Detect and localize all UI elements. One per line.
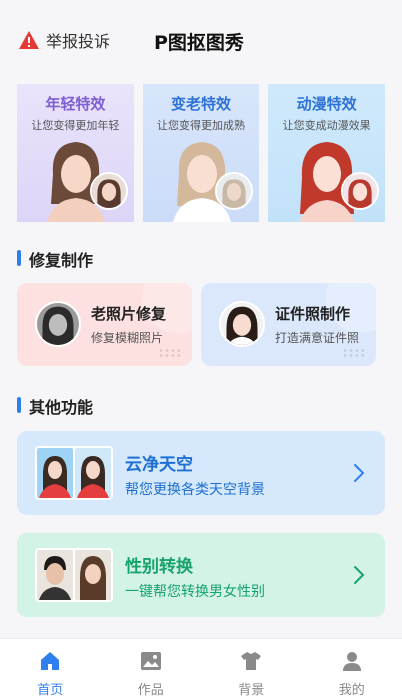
- effect-title: 变老特效: [171, 95, 232, 113]
- card-title: 老照片修复: [91, 305, 167, 323]
- section-title-other: 其他功能: [17, 394, 93, 418]
- card-subtitle: 帮您更换各类天空背景: [125, 482, 265, 498]
- result-avatar: [215, 172, 254, 210]
- effect-subtitle: 让您变得更加年轻: [31, 119, 120, 132]
- effect-card-young[interactable]: 年轻特效 让您变得更加年轻: [17, 84, 134, 222]
- effect-subtitle: 让您变得更加成熟: [157, 119, 245, 132]
- home-icon: [41, 652, 60, 670]
- dots-decoration: [158, 348, 180, 358]
- effects-row: 年轻特效 让您变得更加年轻 变老特效 让您变得更加成熟 动漫特效 让您变成动漫效…: [17, 84, 386, 222]
- image-icon: [140, 652, 161, 670]
- tab-works[interactable]: 作品: [101, 639, 202, 700]
- card-subtitle: 修复模糊照片: [91, 331, 164, 345]
- effect-title: 动漫特效: [296, 95, 357, 113]
- tab-mine[interactable]: 我的: [302, 639, 402, 700]
- effect-card-anime[interactable]: 动漫特效 让您变成动漫效果: [268, 84, 386, 222]
- tab-background[interactable]: 背景: [201, 639, 302, 700]
- tab-label: 我的: [338, 683, 365, 698]
- result-avatar: [341, 172, 380, 210]
- card-subtitle: 打造满意证件照: [275, 331, 360, 345]
- user-icon: [342, 652, 361, 671]
- card-title: 性别转换: [125, 557, 193, 577]
- card-title: 证件照制作: [275, 305, 351, 323]
- card-subtitle: 一键帮您转换男女性别: [125, 584, 265, 600]
- gender-thumbnail: [35, 548, 113, 602]
- effect-card-old[interactable]: 变老特效 让您变得更加成熟: [142, 84, 260, 222]
- tab-label: 背景: [238, 683, 265, 698]
- tab-home[interactable]: 首页: [0, 639, 101, 700]
- effect-title: 年轻特效: [45, 95, 106, 113]
- report-label: 举报投诉: [46, 32, 111, 51]
- old-photo-repair-card[interactable]: 老照片修复 修复模糊照片: [17, 283, 192, 366]
- gender-swap-card[interactable]: 性别转换 一键帮您转换男女性别: [17, 533, 385, 617]
- dots-decoration: [342, 348, 364, 358]
- chevron-right-icon: [354, 464, 365, 482]
- result-avatar: [89, 172, 128, 210]
- section-title-repair: 修复制作: [17, 247, 93, 271]
- report-button[interactable]: 举报投诉: [18, 28, 110, 52]
- shirt-icon: [241, 652, 262, 670]
- tab-label: 作品: [137, 683, 164, 698]
- tab-label: 首页: [37, 683, 64, 698]
- warning-icon: [19, 31, 39, 49]
- app-title: P图抠图秀: [154, 32, 244, 54]
- header: 举报投诉 P图抠图秀: [0, 0, 402, 78]
- bottom-tab-bar: 首页 作品 背景 我的: [0, 638, 402, 700]
- effect-subtitle: 让您变成动漫效果: [282, 119, 371, 132]
- sky-thumbnail: [35, 446, 113, 500]
- avatar: [219, 301, 265, 347]
- card-title: 云净天空: [125, 455, 193, 475]
- sky-replace-card[interactable]: 云净天空 帮您更换各类天空背景: [17, 431, 385, 515]
- chevron-right-icon: [354, 566, 365, 584]
- id-photo-card[interactable]: 证件照制作 打造满意证件照: [201, 283, 376, 366]
- avatar: [35, 301, 81, 347]
